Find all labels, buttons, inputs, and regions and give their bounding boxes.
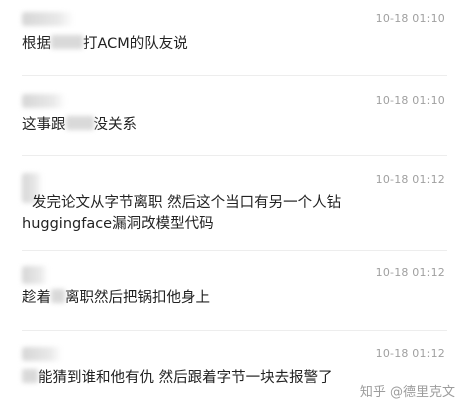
comment-text-part: 能猜到谁和他有仇 然后跟着字节一块去报警了 [38, 370, 333, 386]
comment-text: 发完论文从字节离职 然后这个当口有另一个人钻 [32, 193, 341, 213]
comment-text-part: 打ACM的队友说 [83, 36, 188, 52]
comment-text: 这事跟 没关系 [22, 115, 137, 135]
comment-text-line: 发完论文从字节离职 然后这个当口有另一个人钻 [32, 195, 342, 211]
comment-timestamp: 10-18 01:12 [375, 266, 445, 279]
blurred-username [22, 347, 62, 361]
zhihu-watermark: 知乎 @德里克文 [359, 385, 455, 400]
comment-text-part: 趁着 [22, 290, 51, 306]
comment-text-part: 离职然后把锅扣他身上 [65, 290, 210, 306]
comment-text: 能猜到谁和他有仇 然后跟着字节一块去报警了 [22, 368, 333, 388]
blurred-username [22, 266, 48, 284]
comment-list: 10-18 01:10 根据 打ACM的队友说 10-18 01:10 这事跟 没关… [0, 0, 463, 416]
comment-timestamp: 10-18 01:12 [375, 173, 445, 186]
blurred-username [22, 12, 74, 26]
blurred-username [22, 94, 66, 108]
blurred-name [22, 369, 38, 383]
comment-text-part: 这事跟 [22, 117, 66, 133]
blurred-name [51, 289, 65, 303]
comment-text: 根据 打ACM的队友说 [22, 34, 188, 54]
comment-text: huggingface漏洞改模型代码 [22, 214, 214, 234]
comment-text-line: huggingface漏洞改模型代码 [22, 216, 214, 232]
divider [22, 75, 447, 76]
divider [22, 155, 447, 156]
blurred-name [65, 116, 94, 130]
comment-text-part: 根据 [22, 36, 51, 52]
comment-timestamp: 10-18 01:12 [375, 347, 445, 360]
comment-text: 趁着 离职然后把锅扣他身上 [22, 288, 210, 308]
divider [22, 330, 447, 331]
comment-timestamp: 10-18 01:10 [375, 12, 445, 25]
blurred-name [51, 35, 83, 49]
divider [22, 250, 447, 251]
comment-text-part: 没关系 [93, 117, 138, 133]
comment-timestamp: 10-18 01:10 [375, 94, 445, 107]
